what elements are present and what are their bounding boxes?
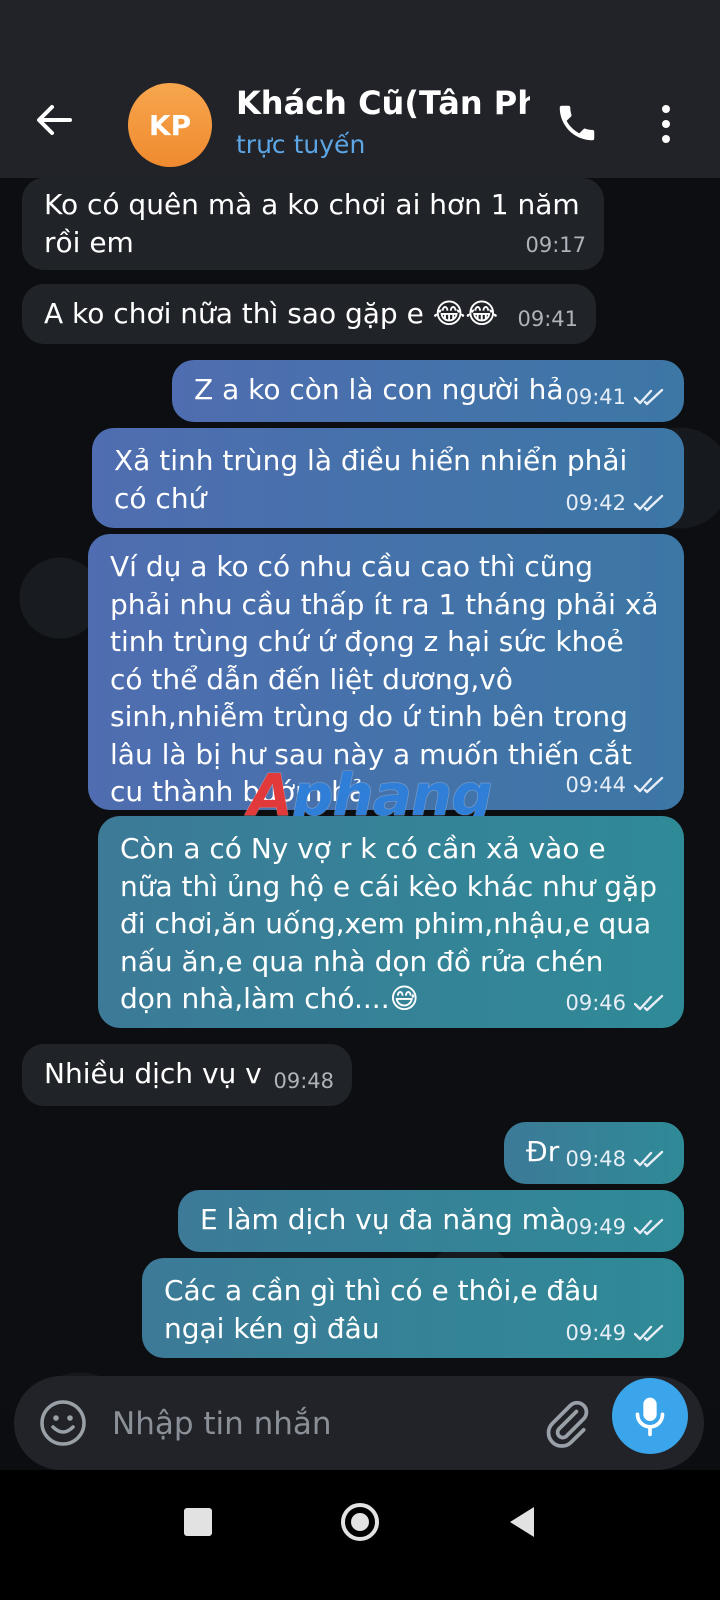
arrow-left-icon (37, 105, 72, 135)
message-time: 09:48 (565, 1147, 626, 1171)
avatar[interactable]: KP (128, 83, 212, 167)
more-options-button[interactable] (656, 102, 676, 146)
message-meta: 09:42 (565, 484, 666, 522)
message-composer (14, 1376, 704, 1470)
message-time: 09:41 (517, 307, 578, 331)
call-button[interactable] (554, 100, 600, 146)
message-meta: 09:46 (565, 985, 666, 1023)
microphone-icon (635, 1397, 665, 1437)
message-input[interactable] (110, 1396, 534, 1452)
message-time: 09:42 (565, 491, 626, 515)
message-meta: 09:49 (565, 1314, 666, 1352)
message-bubble-incoming[interactable]: Nhiều dịch vụ v 09:48 (22, 1044, 352, 1106)
recent-apps-button[interactable] (184, 1508, 212, 1536)
double-check-icon (634, 1324, 664, 1342)
double-check-icon (634, 1218, 664, 1236)
smile-icon (40, 1400, 86, 1446)
attach-button[interactable] (542, 1398, 592, 1448)
message-meta: 09:41 (517, 300, 578, 338)
message-time: 09:49 (565, 1321, 626, 1345)
message-text: A ko chơi nữa thì sao gặp e 😂😂 (44, 297, 499, 330)
message-bubble-incoming[interactable]: Ko có quên mà a ko chơi ai hơn 1 năm rồi… (22, 178, 604, 270)
message-meta: 09:17 (525, 226, 586, 264)
double-check-icon (634, 1150, 664, 1168)
message-bubble-outgoing[interactable]: Xả tinh trùng là điều hiển nhiển phải có… (92, 428, 684, 528)
message-time: 09:48 (273, 1069, 334, 1093)
message-meta: 09:48 (273, 1062, 334, 1100)
message-bubble-outgoing[interactable]: Các a cần gì thì có e thôi,e đâu ngại ké… (142, 1258, 684, 1358)
message-text: Ko có quên mà a ko chơi ai hơn 1 năm rồi… (44, 188, 580, 259)
message-time: 09:17 (525, 233, 586, 257)
double-check-icon (634, 995, 664, 1012)
triangle-back-icon (510, 1507, 534, 1537)
message-time: 09:44 (565, 772, 626, 797)
paperclip-icon (546, 1400, 589, 1448)
message-time: 09:41 (565, 385, 626, 409)
message-bubble-outgoing[interactable]: Đr 09:48 (504, 1122, 684, 1184)
more-vertical-icon (662, 105, 670, 143)
message-meta: 09:41 (565, 378, 666, 416)
message-time: 09:49 (565, 1215, 626, 1239)
message-bubble-outgoing[interactable]: E làm dịch vụ đa năng mà 09:49 (178, 1190, 684, 1252)
double-check-icon (634, 494, 664, 512)
message-bubble-outgoing[interactable]: Còn a có Ny vợ r k có cần xả vào e nữa t… (98, 816, 684, 1028)
double-check-icon (634, 388, 664, 406)
emoji-button[interactable] (38, 1398, 88, 1448)
home-circle-icon (341, 1503, 379, 1541)
system-back-button[interactable] (506, 1504, 538, 1540)
contact-name[interactable]: Khách Cũ(Tân Phú (236, 84, 530, 122)
double-check-icon (634, 777, 664, 794)
message-time: 09:46 (565, 990, 626, 1015)
message-bubble-outgoing[interactable]: Z a ko còn là con người hả 09:41 (172, 360, 684, 422)
status-bar (0, 0, 720, 60)
phone-icon (559, 105, 595, 141)
back-button[interactable] (30, 98, 80, 142)
voice-record-button[interactable] (612, 1378, 688, 1454)
contact-status: trực tuyến (236, 130, 366, 159)
chat-header: KP Khách Cũ(Tân Phú trực tuyến (0, 60, 720, 178)
home-button[interactable] (340, 1502, 380, 1542)
message-meta: 09:44 (565, 767, 666, 805)
message-meta: 09:48 (565, 1140, 666, 1178)
message-bubble-incoming[interactable]: A ko chơi nữa thì sao gặp e 😂😂 09:41 (22, 284, 596, 344)
message-meta: 09:49 (565, 1208, 666, 1246)
